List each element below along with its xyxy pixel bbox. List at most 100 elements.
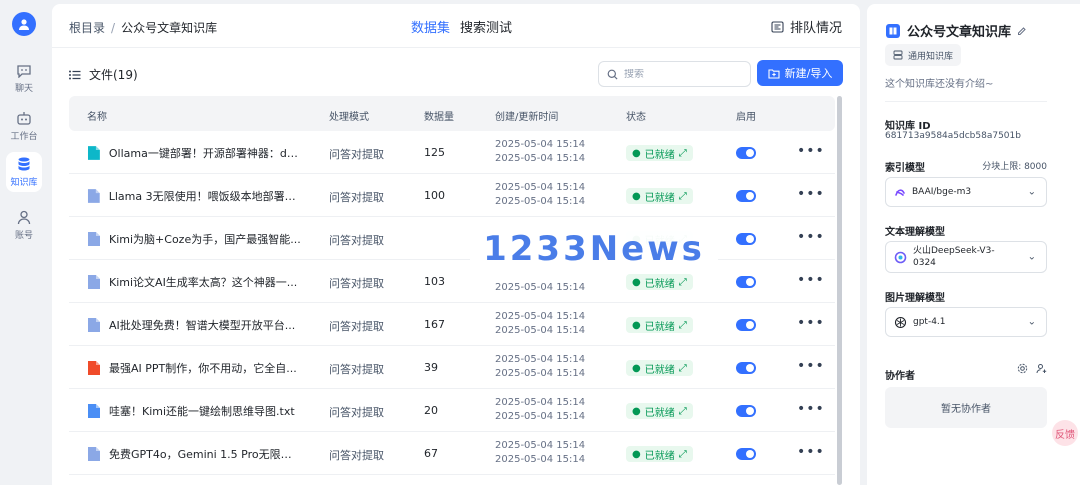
expand-icon: ⤢ (678, 190, 687, 202)
enable-toggle[interactable] (736, 448, 756, 460)
updated-time: 2025-05-04 15:14 (495, 411, 586, 422)
table-row[interactable]: 最强AI PPT制作，你不用动，它全自... 问答对提取 39 2025-05-04 … (69, 346, 835, 389)
file-name: AI批处理免费！智谱大模型开放平台... (109, 318, 296, 332)
process-mode: 问答对提取 (329, 363, 384, 376)
file-name-cell[interactable]: 最强AI PPT制作，你不用动，它全自... (87, 346, 302, 389)
col-status: 状态 (626, 112, 646, 123)
more-options-icon[interactable]: ••• (797, 143, 825, 159)
more-options-icon[interactable]: ••• (797, 401, 825, 417)
files-header: 文件(19) (69, 66, 138, 83)
enable-toggle[interactable] (736, 276, 756, 288)
table-row[interactable]: Kimi论文AI生成率太高？这个神器一... 问答对提取 103 2025-05-04… (69, 260, 835, 303)
nav-item-knowledge-base[interactable]: 知识库 (6, 152, 42, 192)
new-import-button[interactable]: 新建/导入 (757, 60, 843, 86)
text-model-value: 火山DeepSeek-V3-0324 (913, 246, 995, 268)
text-model-select[interactable]: 火山DeepSeek-V3-0324 ⌄ (885, 241, 1047, 273)
scrollbar-thumb[interactable] (837, 96, 842, 485)
enable-toggle[interactable] (736, 362, 756, 374)
divider (885, 101, 1047, 102)
more-options-icon[interactable]: ••• (797, 444, 825, 460)
chevron-down-icon: ⌄ (1027, 251, 1036, 263)
queue-label: 排队情况 (789, 21, 842, 36)
col-time: 创建/更新时间 (495, 112, 559, 123)
enable-toggle[interactable] (736, 233, 756, 245)
time-cell: 2025-05-04 15:14 2025-05-04 15:14 (495, 138, 585, 166)
feedback-float-button[interactable]: 反馈 (1052, 420, 1078, 446)
search-box[interactable] (598, 61, 751, 87)
col-name: 名称 (87, 112, 107, 123)
created-time: 2025-05-04 15:14 (495, 397, 586, 408)
enable-toggle[interactable] (736, 405, 756, 417)
breadcrumb-separator: / (111, 21, 116, 35)
tab-search-test[interactable]: 搜索测试 (460, 21, 512, 36)
search-input[interactable] (624, 68, 734, 80)
status-text: 已就绪 (644, 149, 675, 161)
nav-item-workbench[interactable]: 工作台 (6, 106, 42, 146)
more-options-icon[interactable]: ••• (797, 315, 825, 331)
file-name: Llama 3无限使用！喂饭级本地部署教... (108, 189, 302, 203)
time-cell: 2025-05-04 15:14 2025-05-04 15:14 (495, 396, 585, 424)
gear-icon[interactable] (1017, 363, 1028, 374)
file-file-icon (87, 446, 100, 461)
volcano-model-icon (894, 251, 907, 263)
breadcrumb-root[interactable]: 根目录 (69, 21, 105, 35)
file-name-cell[interactable]: Kimi论文AI生成率太高？这个神器一... (87, 260, 302, 303)
table-row[interactable]: Kimi为脑+Coze为手，国产最强智能...问答对提取●已就绪⤢••• (69, 217, 835, 260)
file-file-icon (87, 188, 100, 203)
kb-title: 公众号文章知识库 (885, 21, 1027, 40)
chat-icon (17, 65, 31, 78)
file-name-cell[interactable]: Ollama一键部署！开源部署神器：do... (87, 131, 302, 174)
kb-detail-panel: 公众号文章知识库 通用知识库 这个知识库还没有介绍~ 知识库 ID 681713… (867, 4, 1080, 485)
more-options-icon[interactable]: ••• (797, 229, 825, 245)
more-options-icon[interactable]: ••• (797, 358, 825, 374)
add-user-icon[interactable] (1036, 363, 1047, 374)
tab-bar: 数据集 搜索测试 (411, 17, 522, 36)
table-row[interactable]: AI批处理免费！智谱大模型开放平台... 问答对提取 167 2025-05-04 1… (69, 303, 835, 346)
watermark: 1233News (470, 224, 718, 274)
image-model-select[interactable]: gpt-4.1 ⌄ (885, 307, 1047, 337)
file-name: Ollama一键部署！开源部署神器：do... (108, 146, 302, 160)
edit-icon[interactable] (1017, 26, 1027, 36)
enable-toggle[interactable] (736, 147, 756, 159)
tab-dataset[interactable]: 数据集 (411, 21, 450, 36)
status-text: 已就绪 (644, 364, 675, 376)
table-row[interactable]: Ollama一键部署！开源部署神器：do... 问答对提取 125 2025-05-0… (69, 131, 835, 174)
robot-icon (17, 111, 31, 125)
breadcrumb: 根目录 / 公众号文章知识库 (69, 19, 217, 36)
top-bar: 根目录 / 公众号文章知识库 数据集 搜索测试 排队情况 (52, 4, 860, 48)
process-mode: 问答对提取 (329, 449, 384, 462)
table-row[interactable]: 哇塞！Kimi还能一键绘制思维导图.txt 问答对提取 20 2025-05-04 1… (69, 389, 835, 432)
table-body: Ollama一键部署！开源部署神器：do... 问答对提取 125 2025-05-0… (69, 131, 835, 475)
collab-label: 协作者 (885, 371, 915, 382)
table-row[interactable]: Llama 3无限使用！喂饭级本地部署教... 问答对提取 100 2025-05-0… (69, 174, 835, 217)
table-row[interactable]: 免费GPT4o，Gemini 1.5 Pro无限续... 问答对提取 67 2025-… (69, 432, 835, 475)
status-text: 已就绪 (644, 407, 675, 419)
status-badge: ●已就绪⤢ (626, 317, 693, 333)
enable-toggle[interactable] (736, 190, 756, 202)
more-options-icon[interactable]: ••• (797, 272, 825, 288)
created-time: 2025-05-04 15:14 (495, 311, 586, 322)
scrollbar[interactable] (837, 96, 842, 485)
enable-toggle[interactable] (736, 319, 756, 331)
index-model-select[interactable]: BAAI/bge-m3 ⌄ (885, 177, 1047, 207)
server-icon (893, 50, 903, 60)
nav-item-account[interactable]: 账号 (6, 205, 42, 245)
user-avatar-icon (19, 19, 29, 30)
file-name-cell[interactable]: 哇塞！Kimi还能一键绘制思维导图.txt (87, 389, 302, 432)
kb-id-label: 知识库 ID (885, 121, 931, 132)
file-name-cell[interactable]: Kimi为脑+Coze为手，国产最强智能... (87, 217, 302, 260)
process-mode: 问答对提取 (329, 234, 384, 247)
col-mode: 处理模式 (329, 112, 369, 123)
image-model-label: 图片理解模型 (885, 293, 945, 304)
file-name-cell[interactable]: 免费GPT4o，Gemini 1.5 Pro无限续... (87, 432, 302, 475)
dot-icon: ● (632, 448, 641, 460)
more-options-icon[interactable]: ••• (797, 186, 825, 202)
dot-icon: ● (632, 405, 641, 417)
file-name-cell[interactable]: Llama 3无限使用！喂饭级本地部署教... (87, 174, 302, 217)
chevron-down-icon: ⌄ (1027, 186, 1036, 198)
nav-item-chat[interactable]: 聊天 (6, 59, 42, 99)
file-name-cell[interactable]: AI批处理免费！智谱大模型开放平台... (87, 303, 302, 346)
status-badge: ●已就绪⤢ (626, 360, 693, 376)
avatar[interactable] (12, 12, 36, 36)
queue-status-button[interactable]: 排队情况 (771, 17, 842, 36)
